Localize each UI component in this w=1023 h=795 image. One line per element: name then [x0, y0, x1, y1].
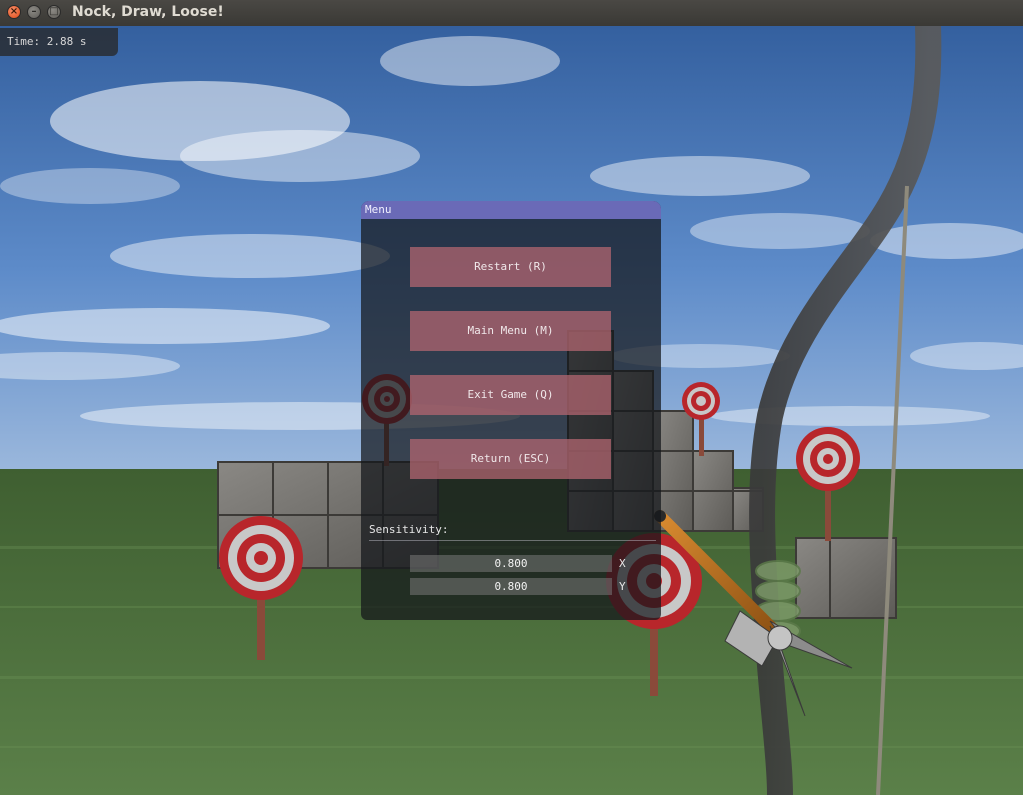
menu-title-bar[interactable]: Menu — [361, 201, 661, 219]
sensitivity-separator — [369, 540, 656, 541]
main-menu-button[interactable]: Main Menu (M) — [410, 311, 611, 351]
window-titlebar: × – □ Nock, Draw, Loose! — [0, 0, 1023, 27]
restart-button[interactable]: Restart (R) — [410, 247, 611, 287]
close-icon: × — [9, 6, 19, 17]
sensitivity-y-slider[interactable]: 0.800 — [410, 578, 612, 595]
maximize-icon: □ — [49, 6, 59, 17]
sensitivity-y-label: Y — [619, 580, 626, 593]
maximize-window-button[interactable]: □ — [47, 5, 61, 19]
minimize-icon: – — [31, 6, 37, 17]
hud-timer: Time: 2.88 s — [0, 28, 118, 56]
return-button[interactable]: Return (ESC) — [410, 439, 611, 479]
sensitivity-x-slider[interactable]: 0.800 — [410, 555, 612, 572]
sensitivity-label: Sensitivity: — [369, 523, 449, 536]
exit-game-button[interactable]: Exit Game (Q) — [410, 375, 611, 415]
minimize-window-button[interactable]: – — [27, 5, 41, 19]
pause-menu-window[interactable]: Menu Restart (R) Main Menu (M) Exit Game… — [361, 201, 661, 620]
sensitivity-x-label: X — [619, 557, 626, 570]
window-title: Nock, Draw, Loose! — [72, 4, 224, 20]
crate-right — [795, 537, 897, 619]
close-window-button[interactable]: × — [7, 5, 21, 19]
